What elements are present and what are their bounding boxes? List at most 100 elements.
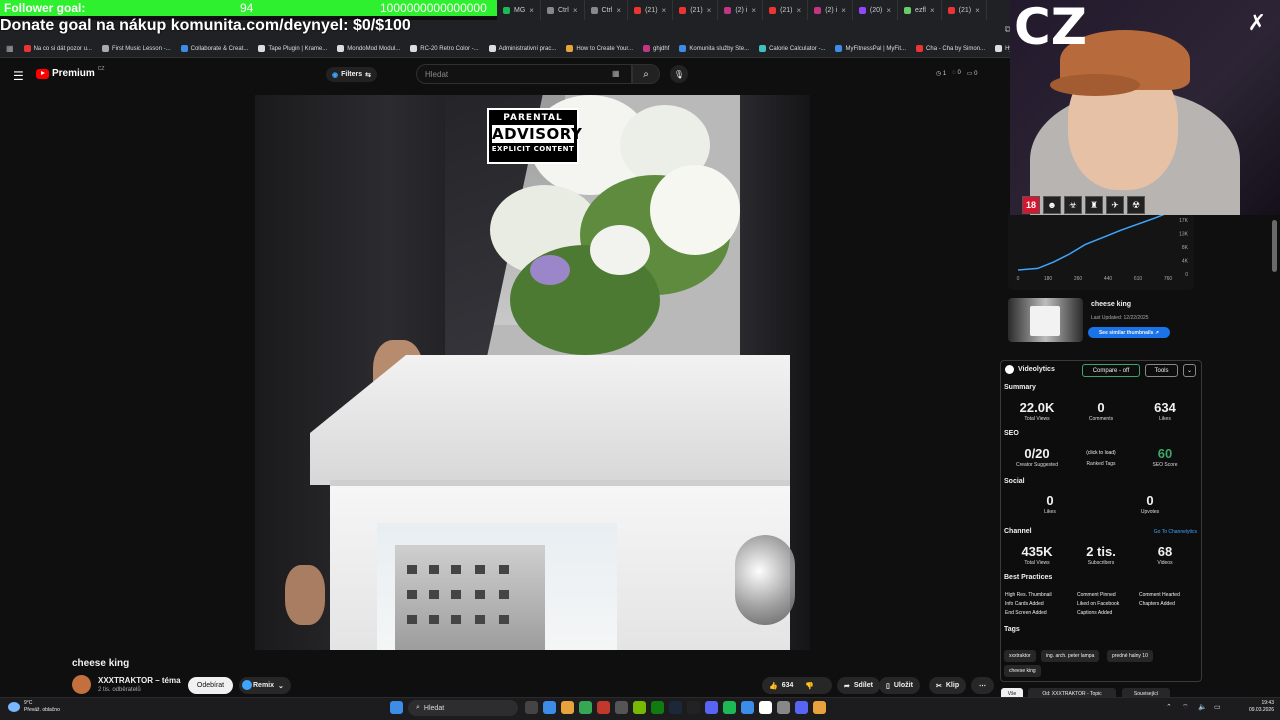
search-button[interactable]: ⌕ — [632, 64, 660, 84]
chrome-2-icon[interactable] — [579, 701, 592, 714]
close-tab-icon[interactable]: × — [529, 6, 534, 15]
browser-tab[interactable]: (2) i × — [808, 0, 853, 20]
filters-button[interactable]: ◉ Filters ⇆ — [326, 67, 377, 82]
close-tab-icon[interactable]: × — [707, 6, 712, 15]
tab-strip: MG × Ctrl × Ctrl × (21) × (21) × (2) i × (21) × (2) i ×… — [497, 0, 1017, 20]
tab-favicon-icon — [769, 6, 777, 14]
volume-icon[interactable]: 🔈 — [1198, 703, 1207, 711]
app-icon[interactable] — [597, 701, 610, 714]
task-view-icon[interactable] — [525, 701, 538, 714]
tab-favicon-icon — [814, 6, 822, 14]
bookmark-item[interactable]: RC-20 Retro Color -... — [410, 45, 479, 52]
tab-favicon-icon — [590, 6, 598, 14]
clip-button[interactable]: ✂ Klip — [929, 677, 967, 694]
app-icon[interactable] — [615, 701, 628, 714]
stat-ranked-tags[interactable]: (click to load) Ranked Tags — [1069, 446, 1133, 467]
bookmark-item[interactable]: Tape Plugin | Krame... — [258, 45, 327, 52]
close-tab-icon[interactable]: × — [616, 6, 621, 15]
browser-tab[interactable]: Ctrl × — [585, 0, 629, 20]
bookmark-favicon-icon — [23, 45, 31, 52]
file-explorer-icon[interactable] — [543, 701, 556, 714]
nvidia-icon[interactable] — [633, 701, 646, 714]
bookmark-item[interactable]: Komunita služby Ste... — [679, 45, 749, 52]
tag-pill[interactable]: predné halny 10 — [1107, 650, 1153, 662]
share-button[interactable]: ➦ Sdílet — [837, 677, 880, 694]
app-icon[interactable] — [687, 701, 700, 714]
bookmark-item[interactable]: MondoMod Modul... — [337, 45, 400, 52]
browser-tab[interactable]: (21) × — [942, 0, 987, 20]
notion-icon[interactable] — [759, 701, 772, 714]
thumbnail-preview[interactable] — [1008, 298, 1083, 342]
close-tab-icon[interactable]: × — [573, 6, 578, 15]
see-similar-button[interactable]: See similar thumbnails ↗ — [1088, 327, 1170, 338]
app-icon[interactable] — [795, 701, 808, 714]
bookmark-item[interactable]: First Music Lesson -... — [101, 45, 171, 52]
app-icon[interactable] — [777, 701, 790, 714]
steam-icon[interactable] — [669, 701, 682, 714]
panel-chevron-icon[interactable]: ⌄ — [1183, 364, 1196, 377]
start-icon[interactable] — [390, 701, 403, 714]
browser-tab[interactable]: Ctrl × — [541, 0, 585, 20]
close-tab-icon[interactable]: × — [841, 6, 846, 15]
scrollbar-thumb[interactable] — [1272, 220, 1277, 272]
remix-button[interactable]: Remix ⌄ — [239, 677, 291, 694]
close-tab-icon[interactable]: × — [662, 6, 667, 15]
remix-icon — [242, 680, 252, 690]
keyboard-icon[interactable]: ▦ — [612, 69, 620, 78]
bookmark-item[interactable]: ghjdhf — [643, 45, 669, 52]
more-actions-button[interactable]: ⋯ — [971, 677, 994, 694]
taskbar-clock[interactable]: 19:43 09.03.2026 — [1238, 700, 1274, 714]
bookmark-item[interactable]: Na co si dát pozor u... — [23, 45, 92, 52]
album-cover-image[interactable]: PARENTAL ADVISORY EXPLICIT CONTENT — [255, 95, 810, 650]
apps-icon[interactable]: ▦ — [6, 44, 14, 53]
close-tab-icon[interactable]: × — [751, 6, 756, 15]
pa-line3: EXPLICIT CONTENT — [491, 145, 575, 153]
browser-tab[interactable]: (20) × — [853, 0, 899, 20]
bookmark-item[interactable]: How to Create Your... — [566, 45, 633, 52]
close-tab-icon[interactable]: × — [975, 6, 980, 15]
browser-tab[interactable]: (2) i × — [718, 0, 764, 20]
bookmark-item[interactable]: Calorie Calculator -... — [759, 45, 825, 52]
weather-widget[interactable]: 9°C Převáž. oblačno — [8, 700, 60, 714]
save-button[interactable]: ▯ Uložit — [879, 677, 920, 694]
voice-search-button[interactable]: 🎙 — [670, 65, 688, 83]
browser-tab[interactable]: MG × — [497, 0, 541, 20]
go-to-channelytics-link[interactable]: Go To Channelytics — [1154, 529, 1197, 535]
compare-button[interactable]: Compare - off — [1082, 364, 1140, 377]
chrome-icon[interactable] — [561, 701, 574, 714]
tag-pill[interactable]: xxxtraktor — [1004, 650, 1036, 662]
tag-pill[interactable]: ing. arch. peter lampa — [1041, 650, 1100, 662]
discord-icon[interactable] — [705, 701, 718, 714]
unsubscribe-button[interactable]: Odebírat — [188, 677, 233, 694]
like-count[interactable]: 634 — [782, 682, 794, 689]
bookmark-item[interactable]: Collaborate & Creat... — [180, 45, 248, 52]
close-tab-icon[interactable]: × — [797, 6, 802, 15]
close-tab-icon[interactable]: × — [886, 6, 891, 15]
youtube-logo[interactable]: Premium CZ — [36, 66, 104, 79]
network-icon[interactable]: ⌔ — [1182, 703, 1189, 712]
xbox-icon[interactable] — [651, 701, 664, 714]
dislike-icon[interactable]: 👎 — [805, 682, 814, 690]
browser-tab[interactable]: (21) × — [673, 0, 719, 20]
channel-avatar[interactable] — [72, 675, 91, 694]
close-tab-icon[interactable]: × — [930, 6, 935, 15]
battery-icon[interactable]: ▭ — [1214, 703, 1221, 711]
browser-tab[interactable]: (21) × — [763, 0, 809, 20]
taskbar-search[interactable]: ⌕ Hledat — [408, 700, 518, 716]
tools-button[interactable]: Tools — [1145, 364, 1178, 377]
bookmark-item[interactable]: Cha - Cha by Simon... — [916, 45, 985, 52]
more-icon: ⋯ — [979, 682, 986, 690]
bookmark-item[interactable]: MyFitnessPal | MyFit... — [835, 45, 906, 52]
like-icon[interactable]: 👍 — [769, 682, 778, 690]
browser-tab[interactable]: (21) × — [628, 0, 674, 20]
app-icon[interactable] — [741, 701, 754, 714]
search-input[interactable]: Hledat — [416, 64, 632, 84]
tray-chevron-icon[interactable]: ⌃ — [1166, 703, 1172, 711]
channel-name[interactable]: XXXTRAKTOR – téma — [98, 676, 181, 685]
hamburger-menu-icon[interactable]: ☰ — [13, 69, 24, 83]
tag-pill[interactable]: cheese king — [1004, 665, 1041, 677]
browser-tab[interactable]: ezfl × — [898, 0, 942, 20]
bookmark-item[interactable]: Administrativní prac... — [488, 45, 556, 52]
spotify-icon[interactable] — [723, 701, 736, 714]
app-icon[interactable] — [813, 701, 826, 714]
